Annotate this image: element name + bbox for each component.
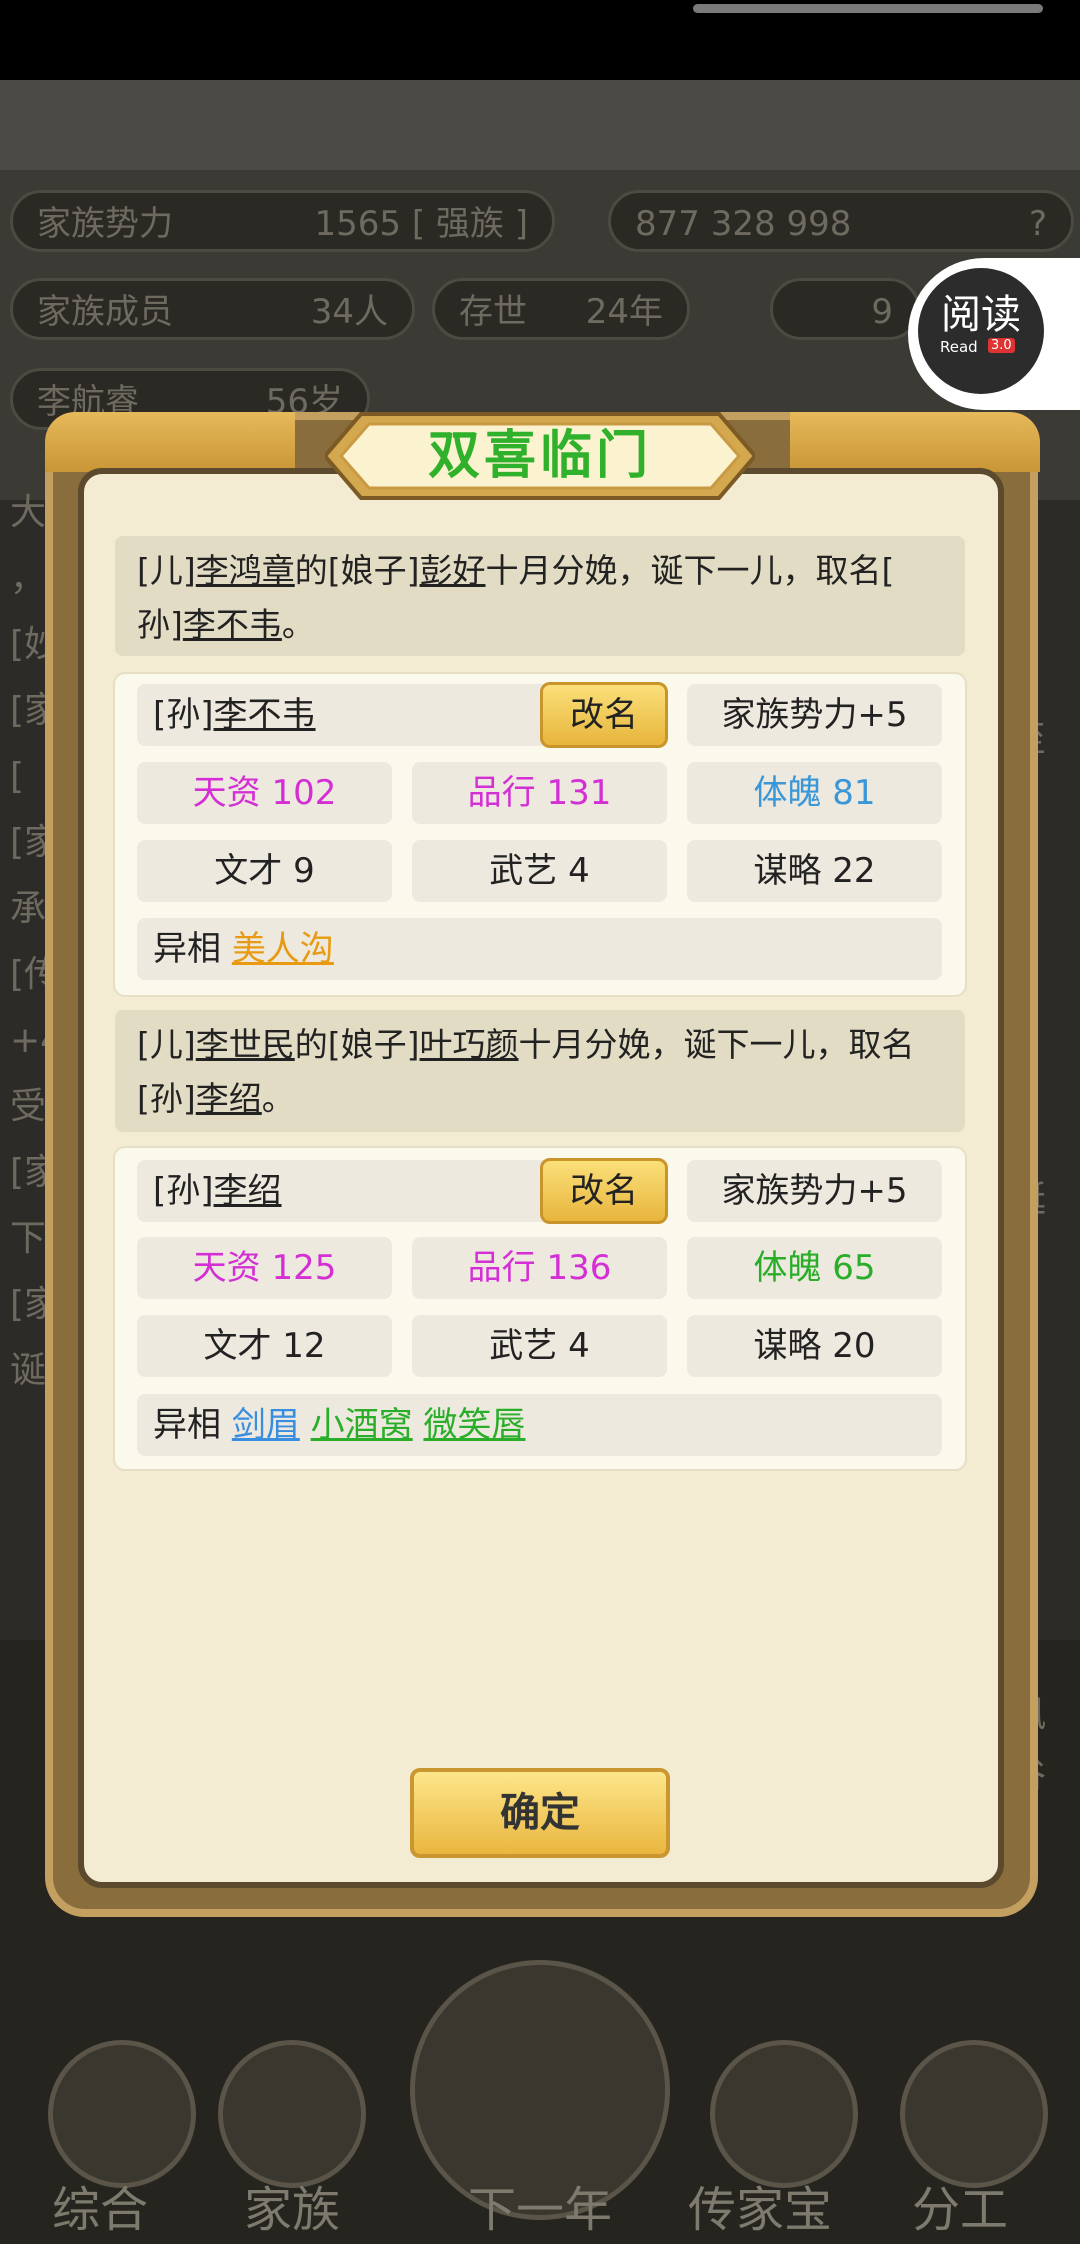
mother-name-link[interactable]: 叶巧颜 bbox=[420, 1025, 519, 1064]
trait-link[interactable]: 小酒窝 bbox=[311, 1405, 413, 1445]
stat-physique: 体魄 81 bbox=[687, 762, 942, 824]
child-name-link[interactable]: 李不韦 bbox=[183, 605, 282, 644]
father-name-link[interactable]: 李鸿章 bbox=[196, 551, 295, 590]
currency-value-2: 328 bbox=[710, 204, 776, 244]
trait-link[interactable]: 美人沟 bbox=[232, 929, 334, 969]
message-text: 十月分娩，诞下一儿，取名[ bbox=[485, 551, 895, 590]
traits-label: 异相 bbox=[153, 929, 221, 969]
members-panel: 家族成员 34人 bbox=[10, 278, 415, 340]
family-power-bonus: 家族势力+5 bbox=[687, 684, 942, 746]
father-name-link[interactable]: 李世民 bbox=[196, 1025, 295, 1064]
members-label: 家族成员 bbox=[37, 292, 173, 332]
child-name[interactable]: 李绍 bbox=[214, 1171, 282, 1211]
child-relation: [孙] bbox=[153, 695, 214, 735]
currency-value-1: 877 bbox=[635, 204, 700, 244]
nav-division-icon[interactable] bbox=[900, 2040, 1048, 2188]
dialog-title: 双喜临门 bbox=[427, 426, 652, 486]
birth-message: [儿]李世民的[娘子]叶巧颜十月分娩，诞下一儿，取名 [孙]李绍。 bbox=[115, 1010, 965, 1132]
stat-conduct: 品行 136 bbox=[412, 1237, 667, 1299]
dialog-ornament-right bbox=[790, 412, 1040, 472]
message-relation: [儿] bbox=[137, 1025, 196, 1064]
nav-label-division[interactable]: 分工 bbox=[860, 2170, 1060, 2240]
rename-button[interactable]: 改名 bbox=[540, 682, 668, 748]
dialog-ornament-left bbox=[45, 412, 295, 472]
stat-conduct: 品行 131 bbox=[412, 762, 667, 824]
message-text: 十月分娩，诞下一儿，取名 bbox=[518, 1025, 915, 1064]
family-power-value: 1565 bbox=[314, 204, 402, 244]
help-icon[interactable]: ? bbox=[1029, 193, 1047, 255]
stat-martial: 武艺 4 bbox=[412, 840, 667, 902]
message-relation: 孙] bbox=[137, 605, 183, 644]
gold-panel: 9 bbox=[770, 278, 920, 340]
traits-label: 异相 bbox=[153, 1405, 221, 1445]
nav-label-family[interactable]: 家族 bbox=[192, 2170, 392, 2240]
alive-label: 存世 bbox=[459, 292, 527, 332]
nav-overview-icon[interactable] bbox=[48, 2040, 196, 2188]
nav-heirloom-icon[interactable] bbox=[710, 2040, 858, 2188]
stat-strategy: 谋略 20 bbox=[687, 1315, 942, 1377]
confirm-button[interactable]: 确定 bbox=[410, 1768, 670, 1858]
traits-row: 异相 剑眉 小酒窝 微笑唇 bbox=[137, 1394, 942, 1456]
message-relation: [孙] bbox=[137, 1079, 196, 1118]
stat-literary: 文才 12 bbox=[137, 1315, 392, 1377]
gold-value: 9 bbox=[871, 292, 893, 332]
alive-panel: 存世 24年 bbox=[432, 278, 690, 340]
child-name[interactable]: 李不韦 bbox=[214, 695, 316, 735]
nav-label-heirloom[interactable]: 传家宝 bbox=[660, 2170, 860, 2240]
child-name-link[interactable]: 李绍 bbox=[196, 1079, 262, 1118]
family-power-rank: [ 强族 ] bbox=[411, 204, 528, 244]
mother-name-link[interactable]: 彭好 bbox=[420, 551, 486, 590]
stat-literary: 文才 9 bbox=[137, 840, 392, 902]
traits-row: 异相 美人沟 bbox=[137, 918, 942, 980]
birth-message: [儿]李鸿章的[娘子]彭好十月分娩，诞下一儿，取名[ 孙]李不韦。 bbox=[115, 536, 965, 656]
nav-label-next-year[interactable]: 下一年 bbox=[420, 2170, 660, 2240]
currency-value-3: 998 bbox=[786, 204, 852, 244]
stat-strategy: 谋略 22 bbox=[687, 840, 942, 902]
message-text: 的[娘子] bbox=[294, 551, 420, 590]
family-power-panel: 家族势力 1565 [ 强族 ] bbox=[10, 190, 555, 252]
alive-value: 24年 bbox=[585, 292, 663, 332]
read-version: 3.0 bbox=[988, 338, 1015, 353]
gesture-handle bbox=[693, 4, 1043, 13]
nav-label-overview[interactable]: 综合 bbox=[0, 2170, 200, 2240]
read-overlay-icon[interactable]: 阅读 Read 3.0 bbox=[918, 268, 1044, 394]
family-power-label: 家族势力 bbox=[37, 204, 173, 244]
trait-link[interactable]: 微笑唇 bbox=[423, 1405, 525, 1445]
members-value: 34人 bbox=[310, 292, 388, 332]
stat-talent: 天资 125 bbox=[137, 1237, 392, 1299]
child-relation: [孙] bbox=[153, 1171, 214, 1211]
stat-talent: 天资 102 bbox=[137, 762, 392, 824]
nav-family-icon[interactable] bbox=[218, 2040, 366, 2188]
message-text: 。 bbox=[261, 1079, 295, 1118]
message-text: 的[娘子] bbox=[294, 1025, 420, 1064]
read-sub-label: Read bbox=[940, 338, 978, 356]
stat-martial: 武艺 4 bbox=[412, 1315, 667, 1377]
message-relation: [儿] bbox=[137, 551, 196, 590]
currency-panel: 877 328 998 ? bbox=[608, 190, 1074, 252]
rename-button[interactable]: 改名 bbox=[540, 1158, 668, 1224]
message-text: 。 bbox=[281, 605, 315, 644]
trait-link[interactable]: 剑眉 bbox=[232, 1405, 300, 1445]
read-label: 阅读 bbox=[941, 292, 1021, 338]
family-power-bonus: 家族势力+5 bbox=[687, 1160, 942, 1222]
stat-physique: 体魄 65 bbox=[687, 1237, 942, 1299]
